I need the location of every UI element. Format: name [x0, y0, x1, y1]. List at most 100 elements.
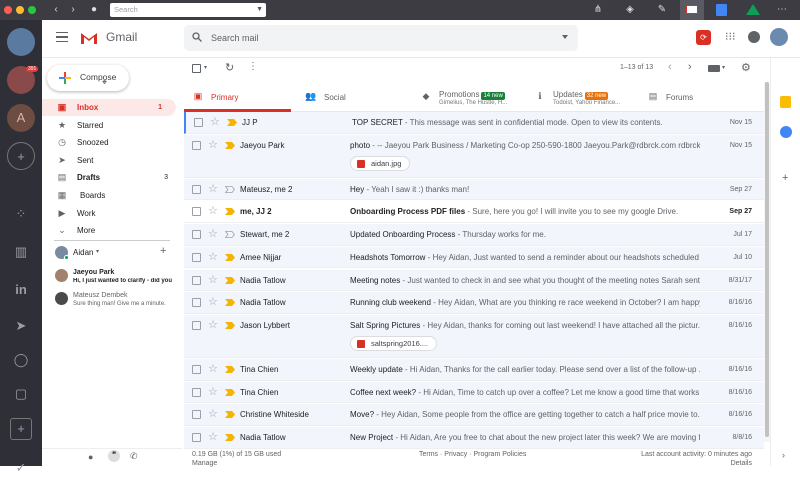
tab-primary[interactable]: ▣ Primary	[184, 82, 291, 112]
table-row[interactable]: ☆ Nadia Tatlow Meeting notes - Just wanted…	[184, 269, 764, 292]
slack-icon[interactable]: ⁘	[7, 200, 35, 228]
gmail-logo-icon[interactable]	[80, 31, 98, 45]
tab-updates[interactable]: ℹ Updates 32 new Todoist, Yahoo Finance..…	[526, 82, 636, 112]
newer-arrow-icon[interactable]: ‹	[668, 61, 672, 73]
compose-button[interactable]: Compose ⌖	[47, 65, 129, 91]
row-checkbox[interactable]	[192, 433, 201, 442]
table-row[interactable]: ☆ Jason Lybbert Salt Spring Pictures - Hey…	[184, 314, 764, 358]
row-checkbox[interactable]	[192, 364, 201, 374]
row-checkbox[interactable]	[192, 410, 201, 420]
chevron-down-icon[interactable]: ▾	[204, 64, 207, 71]
contact-name[interactable]: Mateusz Dembek	[73, 292, 127, 299]
star-icon[interactable]: ☆	[208, 250, 218, 264]
star-icon[interactable]: ☆	[208, 204, 218, 218]
row-checkbox[interactable]	[192, 230, 201, 240]
telegram-icon[interactable]: ➤	[7, 312, 35, 340]
more-vert-icon[interactable]: ⋮	[248, 61, 258, 72]
settings-wrench-icon[interactable]: ✓	[7, 454, 35, 482]
star-icon[interactable]: ☆	[208, 182, 218, 196]
star-icon[interactable]: ☆	[210, 115, 220, 129]
row-checkbox[interactable]	[194, 118, 203, 127]
whatsapp-icon[interactable]: ◯	[7, 346, 35, 374]
star-icon[interactable]: ☆	[208, 227, 218, 241]
input-tools-icon[interactable]	[708, 65, 720, 72]
tab-promotions[interactable]: ◆ Promotions 14 new Gimelius, The Hustle,…	[412, 82, 522, 112]
nav-item-boards[interactable]: ▦ Boards	[42, 187, 182, 204]
policy-links[interactable]: Terms · Privacy · Program Policies	[419, 451, 526, 458]
keep-icon[interactable]	[780, 96, 791, 108]
star-icon[interactable]: ☆	[208, 407, 218, 421]
table-row[interactable]: ☆ Nadia Tatlow Running club weekend - Hey …	[184, 292, 764, 314]
table-row[interactable]: ☆ Jaeyou Park photo - -- Jaeyou Park Busin…	[184, 134, 764, 178]
gmail-app-tab[interactable]	[680, 0, 704, 20]
older-arrow-icon[interactable]: ›	[688, 61, 692, 73]
star-icon[interactable]: ☆	[208, 430, 218, 444]
linkedin-icon[interactable]: in	[7, 276, 35, 304]
table-row[interactable]: ☆ Amee Nijjar Headshots Tomorrow - Hey Aid…	[184, 246, 764, 269]
chevron-down-icon[interactable]: ▾	[722, 64, 725, 71]
drive-icon[interactable]	[746, 4, 760, 15]
nav-item-drafts[interactable]: ▤ Drafts 3	[42, 169, 182, 186]
table-row[interactable]: ☆ Mateusz, me 2 Hey - Yeah I saw it :) tha…	[184, 178, 764, 201]
maximize-window-button[interactable]	[28, 6, 36, 14]
nav-item-snoozed[interactable]: ◷ Snoozed	[42, 134, 182, 151]
star-icon[interactable]: ☆	[208, 138, 218, 152]
profile-avatar[interactable]	[7, 28, 35, 56]
tab-social[interactable]: 👥 Social	[297, 82, 407, 112]
row-checkbox[interactable]	[192, 207, 201, 217]
refresh-icon[interactable]: ↻	[225, 61, 234, 74]
table-row[interactable]: ☆ me, JJ 2 Onboarding Process PDF files - …	[184, 201, 764, 224]
star-icon[interactable]: ☆	[208, 273, 218, 287]
table-row[interactable]: ☆ JJ P TOP SECRET - This message was sent …	[184, 112, 764, 134]
row-checkbox[interactable]	[192, 252, 201, 262]
forward-arrow-icon[interactable]: ›	[65, 2, 81, 18]
layers-icon[interactable]: ◈	[622, 2, 638, 18]
search-icon[interactable]	[192, 32, 202, 42]
star-icon[interactable]: ☆	[208, 318, 218, 332]
calendar-icon[interactable]	[716, 4, 727, 16]
search-options-icon[interactable]	[562, 35, 568, 39]
add-addon-plus-icon[interactable]: +	[782, 172, 788, 184]
table-row[interactable]: ☆ Nadia Tatlow New Project - Hi Aidan, Are…	[184, 427, 764, 449]
more-options-icon[interactable]: ⋯	[774, 2, 790, 18]
user-icon[interactable]: ●	[86, 2, 102, 18]
star-icon[interactable]: ☆	[208, 295, 218, 309]
contact-name[interactable]: Jaeyou Park	[73, 269, 114, 276]
hangouts-chat-icon[interactable]: ❝	[108, 450, 120, 462]
trello-icon[interactable]: ▥	[7, 238, 35, 266]
select-all-checkbox[interactable]	[192, 64, 201, 73]
settings-gear-icon[interactable]: ⚙	[741, 61, 751, 74]
row-checkbox[interactable]	[192, 320, 201, 330]
pen-icon[interactable]: ✎	[654, 2, 670, 18]
nav-item-inbox[interactable]: ▣ Inbox 1	[42, 99, 176, 116]
contacts-person-icon[interactable]: ●	[88, 452, 93, 462]
avatar-letter[interactable]: A	[7, 104, 35, 132]
row-checkbox[interactable]	[192, 140, 201, 150]
minimize-window-button[interactable]	[16, 6, 24, 14]
nav-item-work[interactable]: ▶ Work	[42, 205, 182, 222]
scrollbar-thumb[interactable]	[765, 82, 769, 437]
attachment-chip[interactable]: saltspring2016....	[350, 335, 438, 351]
tab-forums[interactable]: ▤ Forums	[639, 82, 749, 112]
hangouts-user-name[interactable]: Aidan	[73, 248, 93, 257]
attachment-chip[interactable]: aidan.jpg	[350, 155, 411, 171]
nav-item-sent[interactable]: ➤ Sent	[42, 152, 182, 169]
tasks-icon[interactable]	[780, 126, 792, 138]
account-avatar[interactable]	[770, 28, 788, 46]
table-row[interactable]: ☆ Tina Chien Coffee next week? - Hi Aidan,…	[184, 381, 764, 404]
table-row[interactable]: ☆ Stewart, me 2 Updated Onboarding Process…	[184, 224, 764, 246]
chevron-down-icon[interactable]: ▾	[96, 248, 99, 255]
share-icon[interactable]: ⋔	[590, 2, 606, 18]
add-account-icon[interactable]: +	[7, 142, 35, 170]
close-window-button[interactable]	[4, 6, 12, 14]
main-menu-icon[interactable]	[56, 32, 68, 42]
extension-icon[interactable]: ⟳	[696, 30, 711, 45]
row-checkbox[interactable]	[192, 298, 201, 308]
nav-item-more[interactable]: ⌄ More	[42, 222, 182, 239]
star-icon[interactable]: ☆	[208, 385, 218, 399]
table-row[interactable]: ☆ Christine Whiteside Move? - Hey Aidan, S…	[184, 404, 764, 426]
row-checkbox[interactable]	[192, 184, 201, 194]
nav-item-starred[interactable]: ★ Starred	[42, 117, 182, 134]
new-chat-plus-icon[interactable]: +	[160, 245, 166, 257]
expand-panel-icon[interactable]: ›	[782, 450, 785, 460]
